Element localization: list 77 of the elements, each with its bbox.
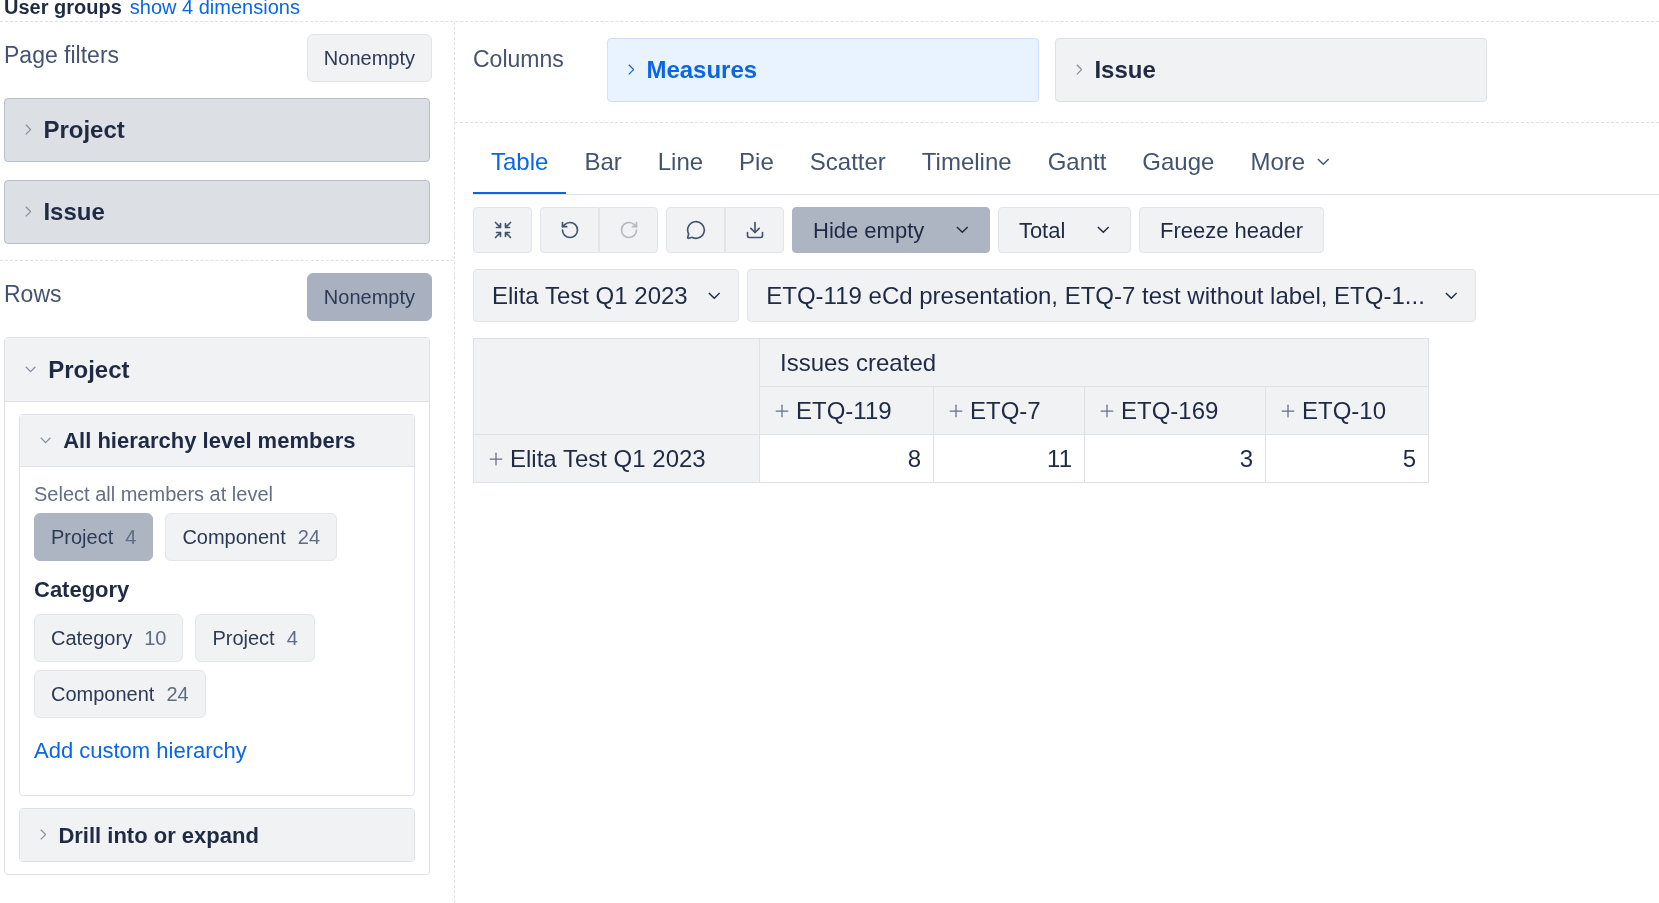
chip-label: Project (51, 525, 114, 550)
chip-count: 24 (166, 682, 189, 707)
column-label: ETQ-119 (796, 395, 892, 426)
chip-count: 4 (286, 626, 298, 651)
chart-tab[interactable]: Line (639, 144, 722, 194)
chart-tab[interactable]: Bar (566, 144, 640, 194)
row-label: Elita Test Q1 2023 (510, 443, 706, 474)
level-chip[interactable]: Category 10 (34, 614, 184, 662)
chart-tab[interactable]: Timeline (903, 144, 1030, 194)
section-title: Page filters (4, 41, 120, 70)
chip-count: 24 (297, 525, 321, 550)
chevron-icon (1317, 158, 1330, 166)
table-cell: 5 (1265, 434, 1429, 483)
chevron-icon (1076, 64, 1083, 76)
nonempty-button[interactable]: Nonempty (306, 34, 432, 82)
level-chip[interactable]: Component 24 (34, 670, 206, 718)
chevron-icon (25, 124, 32, 136)
table-cell: 3 (1084, 434, 1266, 483)
dropdown-button[interactable]: Hide empty (792, 207, 990, 253)
level-chip[interactable]: Project 4 (195, 614, 315, 662)
redo-icon (618, 220, 639, 240)
chevron-icon (1444, 291, 1458, 300)
chevron-icon (707, 291, 721, 300)
chart-tab[interactable]: Gantt (1029, 144, 1125, 194)
section-header[interactable]: Drill into or expand (20, 809, 414, 861)
chevron-icon (956, 226, 969, 234)
chip-label: Component (182, 525, 286, 550)
chip-count: 10 (144, 626, 167, 651)
dimension-chip[interactable]: Issue (4, 180, 430, 244)
measure-header: Issues created (759, 338, 1429, 387)
undo-icon (559, 220, 580, 240)
chip-label: Project (212, 626, 275, 651)
toolbar-button[interactable] (666, 207, 725, 253)
toolbar-button[interactable] (473, 207, 532, 253)
dropdown-button[interactable]: Total (997, 207, 1131, 253)
nonempty-button[interactable]: Nonempty (306, 273, 432, 321)
hint-text: Select all members at level (34, 482, 274, 507)
column-label: ETQ-10 (1302, 395, 1387, 426)
add-hierarchy-link[interactable]: Add custom hierarchy (34, 734, 400, 767)
column-label: ETQ-7 (970, 395, 1041, 426)
collapse-icon (492, 220, 513, 240)
table-cell: 11 (933, 434, 1085, 483)
chart-tab[interactable]: Scatter (791, 144, 904, 194)
group-title: Category (34, 577, 130, 602)
toolbar-button[interactable] (540, 207, 599, 253)
chip-label: Category (51, 626, 133, 651)
chevron-icon (40, 829, 47, 841)
chart-tab[interactable]: Pie (721, 144, 792, 194)
dimension-chip[interactable]: Project (4, 98, 430, 162)
column-label: ETQ-169 (1121, 395, 1219, 426)
dimension-chip[interactable]: Measures (607, 38, 1039, 102)
dimension-header[interactable]: Project (5, 338, 429, 402)
user-groups-label: User groups (4, 0, 122, 17)
chevron-icon (628, 64, 635, 76)
member-select[interactable]: ETQ-119 eCd presentation, ETQ-7 test without label, ETQ-1... (747, 269, 1477, 322)
toolbar-button[interactable] (725, 207, 784, 253)
chart-tab[interactable]: Table (473, 144, 567, 194)
dimension-chip[interactable]: Issue (1055, 38, 1487, 102)
chart-tab[interactable]: Gauge (1124, 144, 1233, 194)
table-cell: 8 (759, 434, 934, 483)
section-title: Rows (4, 280, 62, 309)
chevron-icon (40, 437, 52, 444)
freeze-header-button[interactable]: Freeze header (1138, 207, 1325, 253)
show-dimensions-link[interactable]: show 4 dimensions (129, 0, 300, 17)
chip-label: Component (51, 682, 155, 707)
member-select[interactable]: Elita Test Q1 2023 (473, 269, 740, 322)
level-chip[interactable]: Project 4 (34, 513, 154, 561)
section-title: Columns (473, 45, 565, 74)
chevron-icon (25, 206, 32, 218)
chevron-icon (25, 366, 37, 373)
download-icon (744, 220, 765, 240)
comment-icon (685, 220, 706, 240)
chevron-icon (1097, 226, 1110, 234)
level-chip[interactable]: Component 24 (165, 513, 338, 561)
section-header[interactable]: All hierarchy level members (20, 415, 414, 467)
chip-count: 4 (125, 525, 137, 550)
more-tab[interactable]: More (1232, 144, 1348, 194)
